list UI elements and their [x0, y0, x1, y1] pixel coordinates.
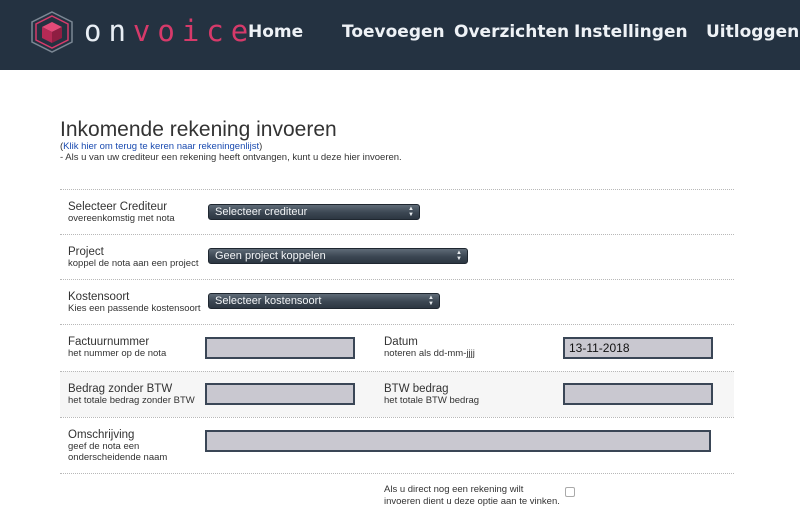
divider: [60, 417, 734, 418]
select-arrows-icon: ▲ ▼: [408, 206, 414, 218]
omschrijving-hint-2: onderscheidende naam: [68, 452, 168, 463]
divider: [60, 473, 734, 474]
nav-overzichten[interactable]: Overzichten: [454, 20, 569, 44]
kostensoort-hint: Kies een passende kostensoort: [68, 303, 201, 314]
direct-checkbox[interactable]: [565, 487, 575, 497]
project-select-value: Geen project koppelen: [215, 250, 326, 262]
divider: [60, 324, 734, 325]
back-line: (Klik hier om terug te keren naar rekeni…: [60, 141, 262, 152]
brand-name[interactable]: onvoice: [84, 14, 255, 48]
nav-home[interactable]: Home: [248, 20, 303, 44]
select-arrows-icon: ▲ ▼: [428, 295, 434, 307]
brand-voice: voice: [132, 14, 256, 48]
btw-label: BTW bedrag: [384, 383, 449, 395]
datum-hint: noteren als dd-mm-jjjj: [384, 348, 475, 359]
onvoice-logo-icon[interactable]: [28, 10, 76, 54]
back-to-list-link[interactable]: Klik hier om terug te keren naar rekenin…: [63, 141, 259, 152]
divider: [60, 189, 734, 190]
project-select[interactable]: Geen project koppelen ▲ ▼: [208, 248, 468, 264]
nav-instellingen[interactable]: Instellingen: [574, 20, 688, 44]
bedrag-input[interactable]: [205, 383, 355, 405]
datum-input[interactable]: [563, 337, 713, 359]
kostensoort-select[interactable]: Selecteer kostensoort ▲ ▼: [208, 293, 440, 309]
direct-text-2: invoeren dient u deze optie aan te vinke…: [384, 496, 560, 507]
btw-hint: het totale BTW bedrag: [384, 395, 480, 406]
top-navigation-bar: onvoice Home Toevoegen Overzichten Inste…: [0, 0, 800, 70]
divider: [60, 234, 734, 235]
nav-uitloggen[interactable]: Uitloggen: [706, 20, 799, 44]
intro-text: - Als u van uw crediteur een rekening he…: [60, 152, 402, 163]
bedrag-label: Bedrag zonder BTW: [68, 383, 173, 395]
kostensoort-select-value: Selecteer kostensoort: [215, 295, 322, 307]
datum-label: Datum: [384, 336, 418, 348]
select-arrows-icon: ▲ ▼: [456, 250, 462, 262]
divider: [60, 279, 734, 280]
crediteur-select-value: Selecteer crediteur: [215, 206, 308, 218]
page-title: Inkomende rekening invoeren: [60, 118, 337, 141]
factuurnummer-hint: het nummer op de nota: [68, 348, 167, 359]
omschrijving-label: Omschrijving: [68, 429, 135, 441]
bedrag-hint: het totale bedrag zonder BTW: [68, 395, 195, 406]
kostensoort-label: Kostensoort: [68, 291, 130, 303]
crediteur-label: Selecteer Crediteur: [68, 201, 168, 213]
direct-text-1: Als u direct nog een rekening wilt: [384, 484, 524, 495]
nav-toevoegen[interactable]: Toevoegen: [342, 20, 445, 44]
btw-input[interactable]: [563, 383, 713, 405]
paren-close: ): [259, 141, 263, 152]
project-label: Project: [68, 246, 104, 258]
crediteur-hint: overeenkomstig met nota: [68, 213, 175, 224]
divider: [60, 371, 734, 372]
omschrijving-input[interactable]: [205, 430, 711, 452]
project-hint: koppel de nota aan een project: [68, 258, 199, 269]
factuurnummer-input[interactable]: [205, 337, 355, 359]
brand-on: on: [84, 14, 133, 48]
crediteur-select[interactable]: Selecteer crediteur ▲ ▼: [208, 204, 420, 220]
factuurnummer-label: Factuurnummer: [68, 336, 150, 348]
